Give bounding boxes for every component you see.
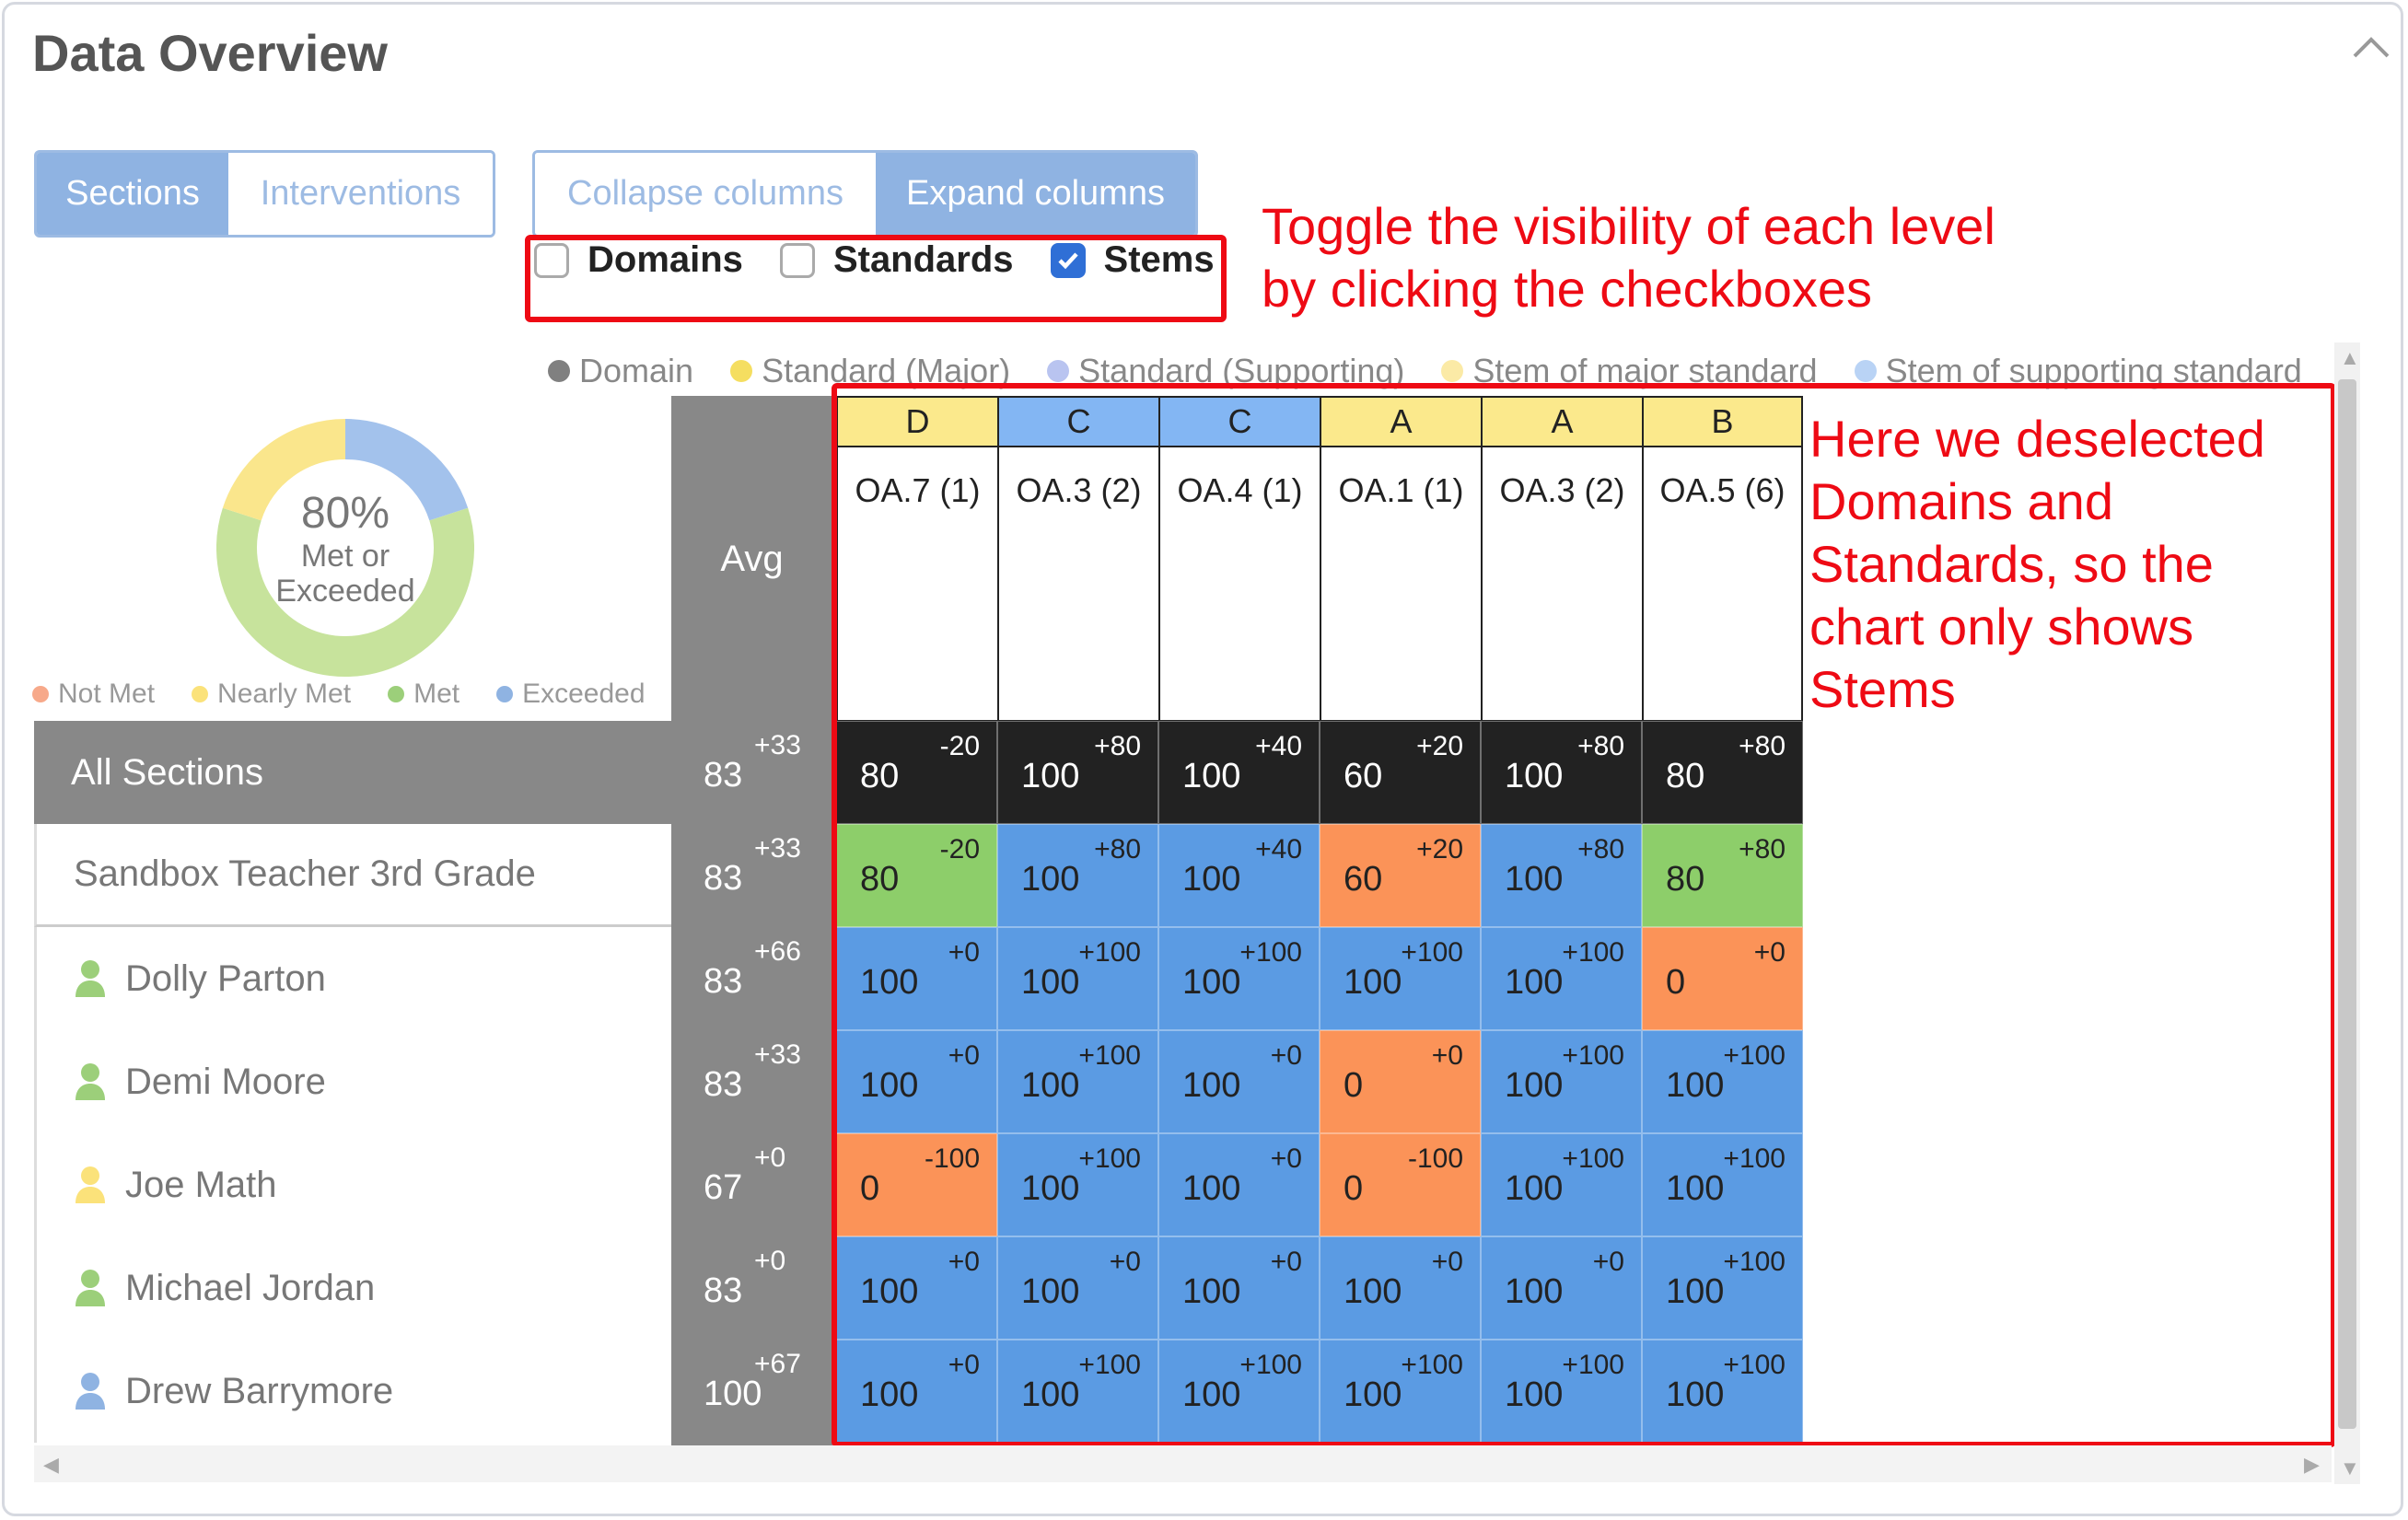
avg-value: 83 xyxy=(704,962,743,1001)
scrollbar-thumb[interactable] xyxy=(2338,379,2356,1429)
row-name-label: Joe Math xyxy=(125,1164,277,1205)
avg-cell: 83 +66 xyxy=(671,927,832,1030)
column-tab-group: Collapse columns Expand columns xyxy=(532,150,1198,238)
donut-subtitle: Exceeded xyxy=(275,573,415,609)
avg-value: 83 xyxy=(704,1065,743,1104)
row-name-label: Demi Moore xyxy=(125,1061,326,1102)
expand-columns-button[interactable]: Expand columns xyxy=(876,153,1195,235)
annotation-toggle-line: Toggle the visibility of each level xyxy=(1262,197,1995,255)
donut-percent: 80% xyxy=(300,488,390,538)
row-name-label: Drew Barrymore xyxy=(125,1370,394,1411)
donut-center-text: 80% Met or Exceeded xyxy=(216,419,474,677)
legend-dot-icon xyxy=(496,686,514,702)
legend-exceeded: Exceeded xyxy=(496,679,646,710)
avg-cell: 83 +33 xyxy=(671,824,832,927)
row-name-label: Michael Jordan xyxy=(125,1267,376,1308)
avg-value: 83 xyxy=(704,1271,743,1310)
legend-nearly-met: Nearly Met xyxy=(192,679,351,710)
legend-label: Met xyxy=(413,679,460,709)
legend-dot-icon xyxy=(1854,360,1877,382)
row-student[interactable]: Michael Jordan xyxy=(34,1236,671,1340)
row-name-label: All Sections xyxy=(71,751,263,793)
avg-delta: +33 xyxy=(754,730,801,760)
annotation-chart-line: Stems xyxy=(1809,660,1956,718)
person-icon xyxy=(76,1373,105,1410)
scroll-up-arrow-icon[interactable]: ▲ xyxy=(2340,346,2360,370)
avg-value: 83 xyxy=(704,859,743,898)
avg-cell: 83 +33 xyxy=(671,1030,832,1133)
legend-dot-icon xyxy=(1047,360,1070,382)
person-icon xyxy=(76,1063,105,1100)
avg-delta: +0 xyxy=(754,1143,786,1173)
annotation-chart-line: Standards, so the xyxy=(1809,535,2214,593)
annotation-chart-line: chart only shows xyxy=(1809,598,2194,656)
legend-label: Domain xyxy=(579,352,694,389)
row-all-sections[interactable]: All Sections xyxy=(34,721,671,824)
donut-chart: 80% Met or Exceeded xyxy=(216,419,474,677)
view-tab-group: Sections Interventions xyxy=(34,150,495,238)
page-title: Data Overview xyxy=(32,24,388,82)
row-name-label: Dolly Parton xyxy=(125,957,326,999)
legend-dot-icon xyxy=(548,360,570,382)
legend-not-met: Not Met xyxy=(32,679,155,710)
legend-dot-icon xyxy=(192,686,209,702)
avg-cell: 100 +67 xyxy=(671,1340,832,1443)
tab-interventions[interactable]: Interventions xyxy=(228,153,493,235)
row-name-label: Sandbox Teacher 3rd Grade xyxy=(74,853,536,894)
person-icon xyxy=(76,1166,105,1203)
legend-dot-icon xyxy=(1441,360,1464,382)
avg-value: 83 xyxy=(704,756,743,795)
avg-delta: +0 xyxy=(754,1246,786,1276)
row-section[interactable]: Sandbox Teacher 3rd Grade xyxy=(34,824,671,927)
avg-value: 100 xyxy=(704,1375,762,1413)
avg-header: Avg xyxy=(720,539,784,579)
annotation-chart-text: Here we deselected Domains and Standards, … xyxy=(1809,408,2265,721)
avg-value: 67 xyxy=(704,1168,743,1207)
row-names-column: All Sections Sandbox Teacher 3rd Grade Dol… xyxy=(34,721,671,1443)
legend-dot-icon xyxy=(32,686,49,702)
avg-delta: +67 xyxy=(754,1349,801,1379)
legend-label: Nearly Met xyxy=(217,679,352,709)
scroll-down-arrow-icon[interactable]: ▼ xyxy=(2340,1456,2360,1480)
donut-legend: Not Met Nearly Met Met Exceeded xyxy=(32,679,646,710)
legend-label: Not Met xyxy=(58,679,156,709)
annotation-chart-line: Domains and xyxy=(1809,472,2113,530)
person-icon xyxy=(76,1270,105,1306)
chevron-up-icon[interactable] xyxy=(2344,25,2399,71)
avg-delta: +66 xyxy=(754,936,801,967)
annotation-checkbox-highlight xyxy=(525,235,1227,322)
legend-domain: Domain xyxy=(548,352,693,390)
legend-label: Exceeded xyxy=(522,679,646,709)
row-student[interactable]: Dolly Parton xyxy=(34,927,671,1030)
row-student[interactable]: Demi Moore xyxy=(34,1030,671,1133)
avg-delta: +33 xyxy=(754,1039,801,1070)
vertical-scrollbar[interactable]: ▲ ▼ xyxy=(2334,342,2360,1484)
scroll-right-arrow-icon[interactable]: ▶ xyxy=(2304,1453,2320,1477)
scroll-left-arrow-icon[interactable]: ◀ xyxy=(43,1453,59,1477)
horizontal-scrollbar[interactable]: ◀ ▶ xyxy=(34,1445,2332,1482)
person-icon xyxy=(76,960,105,997)
annotation-chart-line: Here we deselected xyxy=(1809,410,2265,468)
avg-cell: 83 +33 xyxy=(671,721,832,824)
legend-dot-icon xyxy=(730,360,753,382)
row-student[interactable]: Drew Barrymore xyxy=(34,1340,671,1443)
annotation-toggle-text: Toggle the visibility of each level by c… xyxy=(1262,195,1995,320)
annotation-toggle-line: by clicking the checkboxes xyxy=(1262,260,1873,318)
tab-sections[interactable]: Sections xyxy=(37,153,228,235)
avg-column: Avg 83 +33 83 +33 83 +66 83 +33 67 +0 83 +0 100 +67 xyxy=(671,396,832,1445)
donut-subtitle: Met or xyxy=(300,538,390,574)
avg-cell: 83 +0 xyxy=(671,1236,832,1340)
avg-cell: 67 +0 xyxy=(671,1133,832,1236)
avg-delta: +33 xyxy=(754,833,801,864)
legend-dot-icon xyxy=(388,686,405,702)
row-student[interactable]: Joe Math xyxy=(34,1133,671,1236)
legend-met: Met xyxy=(388,679,459,710)
collapse-columns-button[interactable]: Collapse columns xyxy=(535,153,876,235)
